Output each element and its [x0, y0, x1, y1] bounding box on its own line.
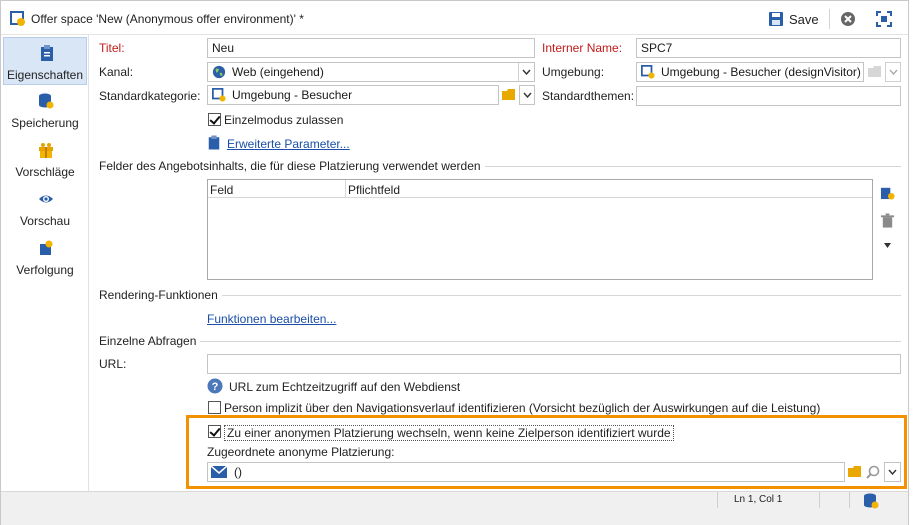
svg-text:?: ?	[212, 381, 219, 393]
anonymous-switch-checkbox[interactable]	[208, 425, 221, 438]
standardkategorie-value: Umgebung - Besucher	[232, 88, 353, 102]
save-label: Save	[789, 11, 819, 27]
kanal-dropdown-button[interactable]	[518, 63, 534, 81]
umgebung-value: Umgebung - Besucher (designVisitor)	[661, 65, 861, 79]
nav-label: Vorschläge	[15, 165, 75, 179]
url-help-text: URL zum Echtzeitzugriff auf den Webdiens…	[229, 380, 461, 394]
floppy-disk-icon	[769, 12, 783, 26]
grid-header: Feld Pflichtfeld	[208, 180, 872, 198]
assigned-anon-dropdown-button[interactable]	[884, 462, 901, 482]
implicit-identify-label: Person implizit über den Navigationsverl…	[224, 401, 821, 415]
grid-column-pflichtfeld[interactable]: Pflichtfeld	[348, 183, 400, 197]
kanal-select[interactable]: Web (eingehend)	[207, 62, 535, 82]
globe-icon	[212, 65, 226, 79]
chevron-down-icon	[522, 92, 532, 98]
maximize-icon[interactable]	[876, 11, 892, 27]
status-separator	[849, 492, 850, 508]
titel-label: Titel:	[99, 41, 125, 55]
implicit-identify-checkbox[interactable]	[208, 401, 221, 414]
database-sync-icon	[864, 493, 879, 509]
clipboard-icon	[41, 45, 53, 61]
help-icon: ?	[207, 378, 223, 394]
folder-icon[interactable]	[847, 465, 863, 479]
einzelmodus-label: Einzelmodus zulassen	[224, 113, 344, 127]
database-sync-icon	[39, 93, 54, 109]
standardkategorie-dropdown-button[interactable]	[519, 85, 535, 105]
kanal-label: Kanal:	[99, 65, 134, 79]
tracking-icon	[40, 240, 53, 255]
einzelmodus-checkbox[interactable]	[208, 113, 221, 126]
clipboard-icon	[208, 135, 220, 150]
window-title: Offer space 'New (Anonymous offer enviro…	[31, 12, 304, 26]
internal-name-input[interactable]: SPC7	[636, 38, 901, 58]
advanced-params-link[interactable]: Erweiterte Parameter...	[227, 137, 350, 151]
title-bar: Offer space 'New (Anonymous offer enviro…	[1, 1, 908, 35]
assigned-anon-value: ()	[234, 465, 242, 479]
nav-item-verfolgung[interactable]: Verfolgung	[3, 233, 87, 281]
status-separator	[717, 492, 718, 508]
standardthemen-label: Standardthemen:	[542, 89, 635, 103]
nav-label: Verfolgung	[16, 263, 74, 277]
status-bar: Ln 1, Col 1	[1, 491, 908, 525]
status-separator	[819, 492, 820, 508]
assigned-anon-input[interactable]: ()	[207, 462, 845, 482]
toolbar-separator	[829, 9, 830, 29]
standardthemen-input[interactable]	[636, 86, 901, 106]
offer-space-icon	[10, 11, 25, 26]
offer-space-window: Offer space 'New (Anonymous offer enviro…	[0, 0, 909, 525]
chevron-down-icon	[522, 69, 531, 75]
internal-name-label: Interner Name:	[542, 41, 623, 55]
assigned-anon-label: Zugeordnete anonyme Platzierung:	[207, 445, 395, 459]
anonymous-switch-label: Zu einer anonymen Platzierung wechseln, …	[224, 425, 674, 441]
rendering-section-title: Rendering-Funktionen	[99, 288, 222, 302]
chevron-down-icon	[888, 469, 897, 475]
edit-functions-link[interactable]: Funktionen bearbeiten...	[207, 312, 336, 326]
standardkategorie-input[interactable]: Umgebung - Besucher	[207, 85, 499, 105]
nav-item-vorschlaege[interactable]: Vorschläge	[3, 135, 87, 183]
chevron-down-icon	[888, 69, 898, 75]
fields-section-title: Felder des Angebotsinhalts, die für dies…	[99, 159, 485, 173]
nav-label: Eigenschaften	[6, 68, 84, 82]
envelope-icon	[211, 466, 227, 478]
column-separator	[345, 180, 346, 198]
environment-icon	[641, 65, 655, 79]
save-button[interactable]: Save	[768, 9, 819, 29]
url-input[interactable]	[207, 354, 901, 374]
close-circle-icon[interactable]	[840, 11, 856, 27]
titel-input[interactable]: Neu	[207, 38, 535, 58]
kanal-value: Web (eingehend)	[232, 65, 324, 79]
magnifier-icon[interactable]	[866, 465, 880, 479]
fields-grid[interactable]: Feld Pflichtfeld	[207, 179, 873, 280]
url-label: URL:	[99, 357, 127, 371]
trash-icon[interactable]	[880, 213, 895, 229]
folder-icon[interactable]	[501, 88, 517, 102]
nav-item-eigenschaften[interactable]: Eigenschaften	[3, 37, 87, 85]
standardkategorie-label: Standardkategorie:	[99, 89, 201, 103]
umgebung-label: Umgebung:	[542, 65, 605, 79]
left-navigation: Eigenschaften Speicherung Vorschläge Vor…	[1, 35, 89, 491]
nav-label: Speicherung	[11, 116, 79, 130]
nav-item-speicherung[interactable]: Speicherung	[3, 86, 87, 134]
nav-label: Vorschau	[19, 214, 71, 228]
category-icon	[212, 88, 226, 102]
gift-icon	[39, 143, 53, 158]
eye-icon	[39, 195, 53, 203]
grid-column-feld[interactable]: Feld	[210, 183, 233, 197]
add-field-icon[interactable]	[880, 185, 895, 200]
nav-item-vorschau[interactable]: Vorschau	[3, 184, 87, 232]
section-divider	[99, 341, 901, 342]
folder-icon	[868, 66, 881, 77]
caret-down-icon[interactable]	[884, 243, 891, 248]
single-queries-section-title: Einzelne Abfragen	[99, 334, 201, 348]
umgebung-dropdown-button[interactable]	[885, 62, 901, 82]
cursor-position: Ln 1, Col 1	[734, 494, 783, 505]
umgebung-input[interactable]: Umgebung - Besucher (designVisitor)	[636, 62, 864, 82]
